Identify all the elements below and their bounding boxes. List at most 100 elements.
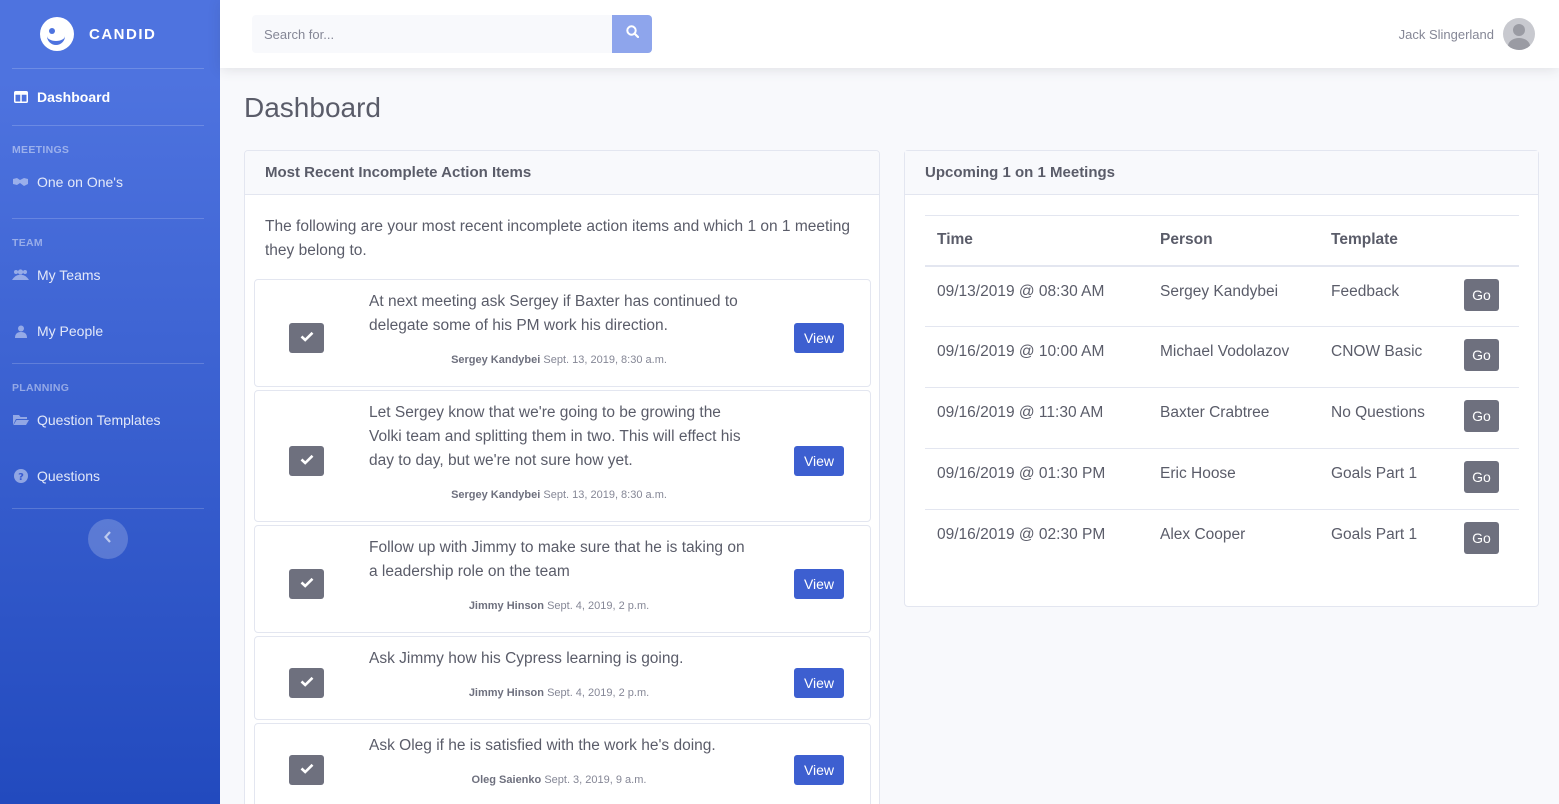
go-button[interactable]: Go bbox=[1464, 278, 1499, 311]
meeting-action-cell: Go bbox=[1452, 387, 1519, 449]
check-icon bbox=[300, 452, 314, 470]
action-item: At next meeting ask Sergey if Baxter has… bbox=[254, 279, 871, 387]
search-bar bbox=[252, 15, 652, 53]
meeting-person: Michael Vodolazov bbox=[1148, 326, 1319, 388]
section-heading-planning: PLANNING bbox=[12, 382, 70, 394]
handshake-icon bbox=[12, 176, 29, 188]
action-person: Sergey Kandybei bbox=[451, 489, 541, 501]
view-button[interactable]: View bbox=[794, 569, 844, 599]
action-items-intro: The following are your most recent incom… bbox=[265, 218, 850, 259]
view-button[interactable]: View bbox=[794, 323, 844, 353]
table-row: 09/16/2019 @ 11:30 AM Baxter Crabtree No… bbox=[925, 387, 1519, 449]
meeting-time: 09/16/2019 @ 11:30 AM bbox=[925, 387, 1148, 449]
search-input[interactable] bbox=[252, 15, 612, 53]
question-circle-icon: ? bbox=[12, 469, 29, 483]
action-person: Jimmy Hinson bbox=[468, 600, 544, 612]
chevron-left-icon bbox=[104, 530, 112, 548]
section-heading-team: TEAM bbox=[12, 237, 43, 249]
action-date: Sept. 13, 2019, 8:30 a.m. bbox=[543, 354, 667, 366]
action-items-header: Most Recent Incomplete Action Items bbox=[245, 151, 879, 195]
complete-button[interactable] bbox=[289, 755, 324, 785]
complete-button[interactable] bbox=[289, 323, 324, 353]
section-heading-meetings: MEETINGS bbox=[12, 144, 70, 156]
logo-icon bbox=[40, 17, 74, 51]
sidebar-item-my-people[interactable]: My People bbox=[0, 299, 220, 363]
go-button[interactable]: Go bbox=[1464, 339, 1499, 371]
view-button[interactable]: View bbox=[794, 755, 844, 785]
action-date: Sept. 4, 2019, 2 p.m. bbox=[547, 600, 650, 612]
complete-button[interactable] bbox=[289, 569, 324, 599]
user-icon bbox=[12, 325, 29, 338]
meeting-time: 09/16/2019 @ 01:30 PM bbox=[925, 448, 1148, 510]
sidebar-item-question-templates[interactable]: Question Templates bbox=[0, 396, 220, 444]
table-row: 09/16/2019 @ 02:30 PM Alex Cooper Goals … bbox=[925, 510, 1519, 571]
sidebar-item-label: Questions bbox=[37, 468, 101, 484]
action-person: Jimmy Hinson bbox=[468, 687, 544, 699]
complete-button[interactable] bbox=[289, 446, 324, 476]
brand[interactable]: CANDID bbox=[0, 0, 220, 68]
table-row: 09/13/2019 @ 08:30 AM Sergey Kandybei Fe… bbox=[925, 265, 1519, 327]
users-icon bbox=[12, 269, 29, 281]
meeting-template: Feedback bbox=[1319, 265, 1452, 327]
search-icon bbox=[625, 25, 639, 43]
sidebar-item-dashboard[interactable]: Dashboard bbox=[0, 69, 220, 125]
column-header-action bbox=[1452, 215, 1519, 267]
action-item: Let Sergey know that we're going to be g… bbox=[254, 390, 871, 522]
action-meta: Jimmy Hinson Sept. 4, 2019, 2 p.m. bbox=[369, 687, 749, 699]
action-items-card: Most Recent Incomplete Action Items The … bbox=[244, 150, 880, 804]
sidebar-item-questions[interactable]: ? Questions bbox=[0, 444, 220, 508]
action-text: Let Sergey know that we're going to be g… bbox=[369, 404, 741, 469]
view-button[interactable]: View bbox=[794, 446, 844, 476]
go-button[interactable]: Go bbox=[1464, 461, 1499, 493]
action-date: Sept. 3, 2019, 9 a.m. bbox=[544, 774, 647, 786]
sidebar-item-label: My Teams bbox=[37, 267, 101, 283]
column-header-person: Person bbox=[1148, 215, 1319, 267]
action-date: Sept. 13, 2019, 8:30 a.m. bbox=[543, 489, 667, 501]
meeting-person: Alex Cooper bbox=[1160, 526, 1246, 543]
user-menu[interactable]: Jack Slingerland bbox=[1399, 18, 1535, 50]
sidebar: CANDID Dashboard MEETINGS One on One's T… bbox=[0, 0, 220, 804]
sidebar-item-label: My People bbox=[37, 323, 104, 339]
user-name: Jack Slingerland bbox=[1398, 26, 1494, 42]
action-meta: Oleg Saienko Sept. 3, 2019, 9 a.m. bbox=[369, 774, 749, 786]
action-text: Ask Oleg if he is satisfied with the wor… bbox=[369, 737, 716, 754]
action-meta: Sergey Kandybei Sept. 13, 2019, 8:30 a.m… bbox=[369, 489, 749, 501]
meetings-table: Time Person Template 09/13/2019 @ 08:30 … bbox=[925, 215, 1519, 571]
page-title: Dashboard bbox=[244, 92, 381, 123]
sidebar-item-label: One on One's bbox=[37, 174, 123, 190]
sidebar-item-label: Question Templates bbox=[37, 412, 161, 428]
brand-name: CANDID bbox=[89, 25, 157, 43]
action-text: At next meeting ask Sergey if Baxter has… bbox=[369, 293, 738, 334]
meetings-header: Upcoming 1 on 1 Meetings bbox=[905, 151, 1538, 195]
table-row: 09/16/2019 @ 10:00 AM Michael Vodolazov … bbox=[925, 326, 1519, 388]
action-person: Sergey Kandybei bbox=[451, 354, 541, 366]
go-button[interactable]: Go bbox=[1464, 400, 1499, 432]
action-date: Sept. 4, 2019, 2 p.m. bbox=[547, 687, 650, 699]
meeting-action-cell: Go bbox=[1452, 265, 1519, 327]
svg-text:?: ? bbox=[18, 472, 24, 483]
view-button[interactable]: View bbox=[794, 668, 844, 698]
go-button[interactable]: Go bbox=[1464, 522, 1499, 554]
folder-icon bbox=[12, 414, 29, 426]
sidebar-toggle-button[interactable] bbox=[88, 519, 128, 559]
check-icon bbox=[300, 761, 314, 779]
action-text: Follow up with Jimmy to make sure that h… bbox=[369, 539, 745, 580]
meeting-action-cell: Go bbox=[1452, 448, 1519, 510]
meeting-action-cell: Go bbox=[1452, 510, 1519, 571]
action-meta: Jimmy Hinson Sept. 4, 2019, 2 p.m. bbox=[369, 600, 749, 612]
meeting-time: 09/16/2019 @ 02:30 PM bbox=[937, 526, 1106, 543]
meeting-time: 09/13/2019 @ 08:30 AM bbox=[925, 265, 1148, 327]
table-row: 09/16/2019 @ 01:30 PM Eric Hoose Goals P… bbox=[925, 448, 1519, 510]
search-button[interactable] bbox=[612, 15, 652, 53]
columns-icon bbox=[12, 91, 29, 103]
avatar bbox=[1503, 18, 1535, 50]
sidebar-item-one-on-ones[interactable]: One on One's bbox=[0, 158, 220, 206]
meeting-person: Baxter Crabtree bbox=[1148, 387, 1319, 449]
sidebar-item-my-teams[interactable]: My Teams bbox=[0, 251, 220, 299]
action-item: Follow up with Jimmy to make sure that h… bbox=[254, 525, 871, 633]
action-meta: Sergey Kandybei Sept. 13, 2019, 8:30 a.m… bbox=[369, 354, 749, 366]
check-icon bbox=[300, 674, 314, 692]
complete-button[interactable] bbox=[289, 668, 324, 698]
meeting-action-cell: Go bbox=[1452, 326, 1519, 388]
table-header-row: Time Person Template bbox=[925, 215, 1519, 267]
